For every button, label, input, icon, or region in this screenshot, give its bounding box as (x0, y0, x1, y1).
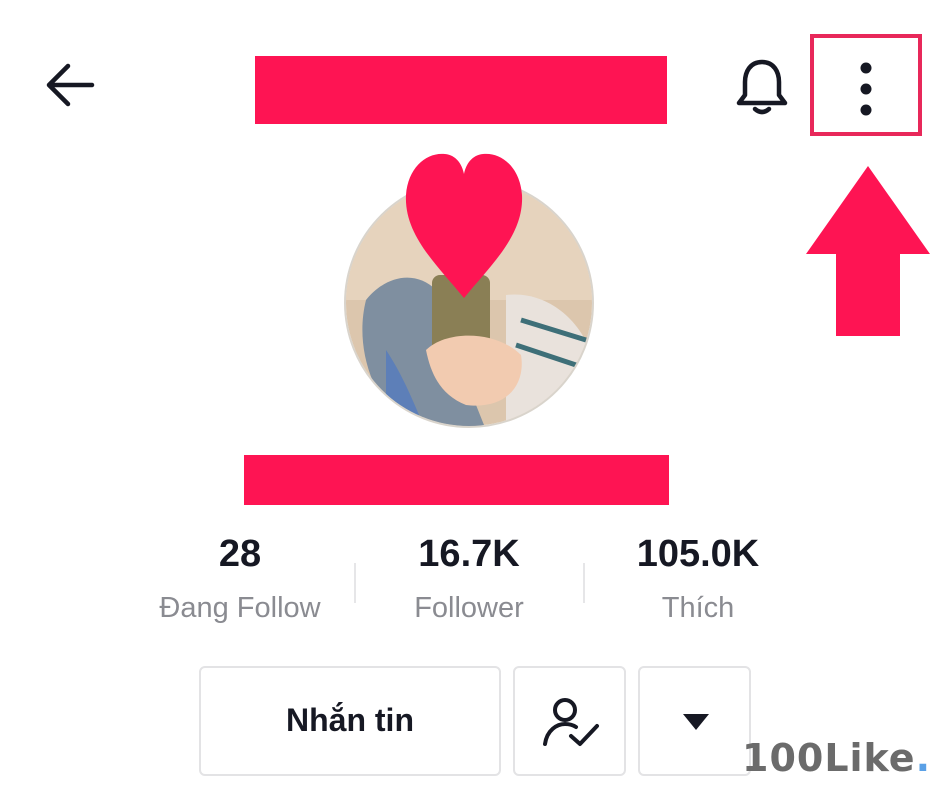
user-check-icon (543, 698, 599, 746)
message-button[interactable]: Nhắn tin (199, 666, 501, 776)
more-vertical-icon (860, 62, 872, 116)
message-button-label: Nhắn tin (286, 702, 414, 738)
suggested-accounts-button[interactable] (638, 666, 751, 776)
annotation-arrow (806, 166, 930, 336)
redacted-display-name (255, 56, 667, 124)
stat-following[interactable]: 28 Đang Follow (130, 528, 350, 628)
friend-status-button[interactable] (513, 666, 626, 776)
back-button[interactable] (40, 55, 100, 115)
redacted-username (244, 455, 669, 505)
caret-down-icon (683, 714, 709, 730)
followers-count: 16.7K (418, 533, 520, 575)
more-options-button[interactable] (810, 34, 922, 136)
likes-count: 105.0K (636, 533, 760, 575)
following-count: 28 (218, 533, 262, 575)
bell-icon (736, 59, 788, 115)
followers-label: Follower (414, 592, 524, 624)
likes-label: Thích (661, 592, 735, 624)
watermark-text: 100Like (742, 736, 916, 780)
divider (354, 563, 356, 603)
divider (583, 563, 585, 603)
watermark: 100Like. (742, 734, 931, 782)
arrow-left-icon (46, 63, 95, 107)
following-label: Đang Follow (159, 592, 321, 624)
notification-button[interactable] (730, 55, 794, 119)
heart-sticker (405, 153, 523, 298)
stat-likes: 105.0K Thích (588, 528, 808, 628)
stat-followers[interactable]: 16.7K Follower (359, 528, 579, 628)
watermark-dot: . (915, 736, 932, 780)
